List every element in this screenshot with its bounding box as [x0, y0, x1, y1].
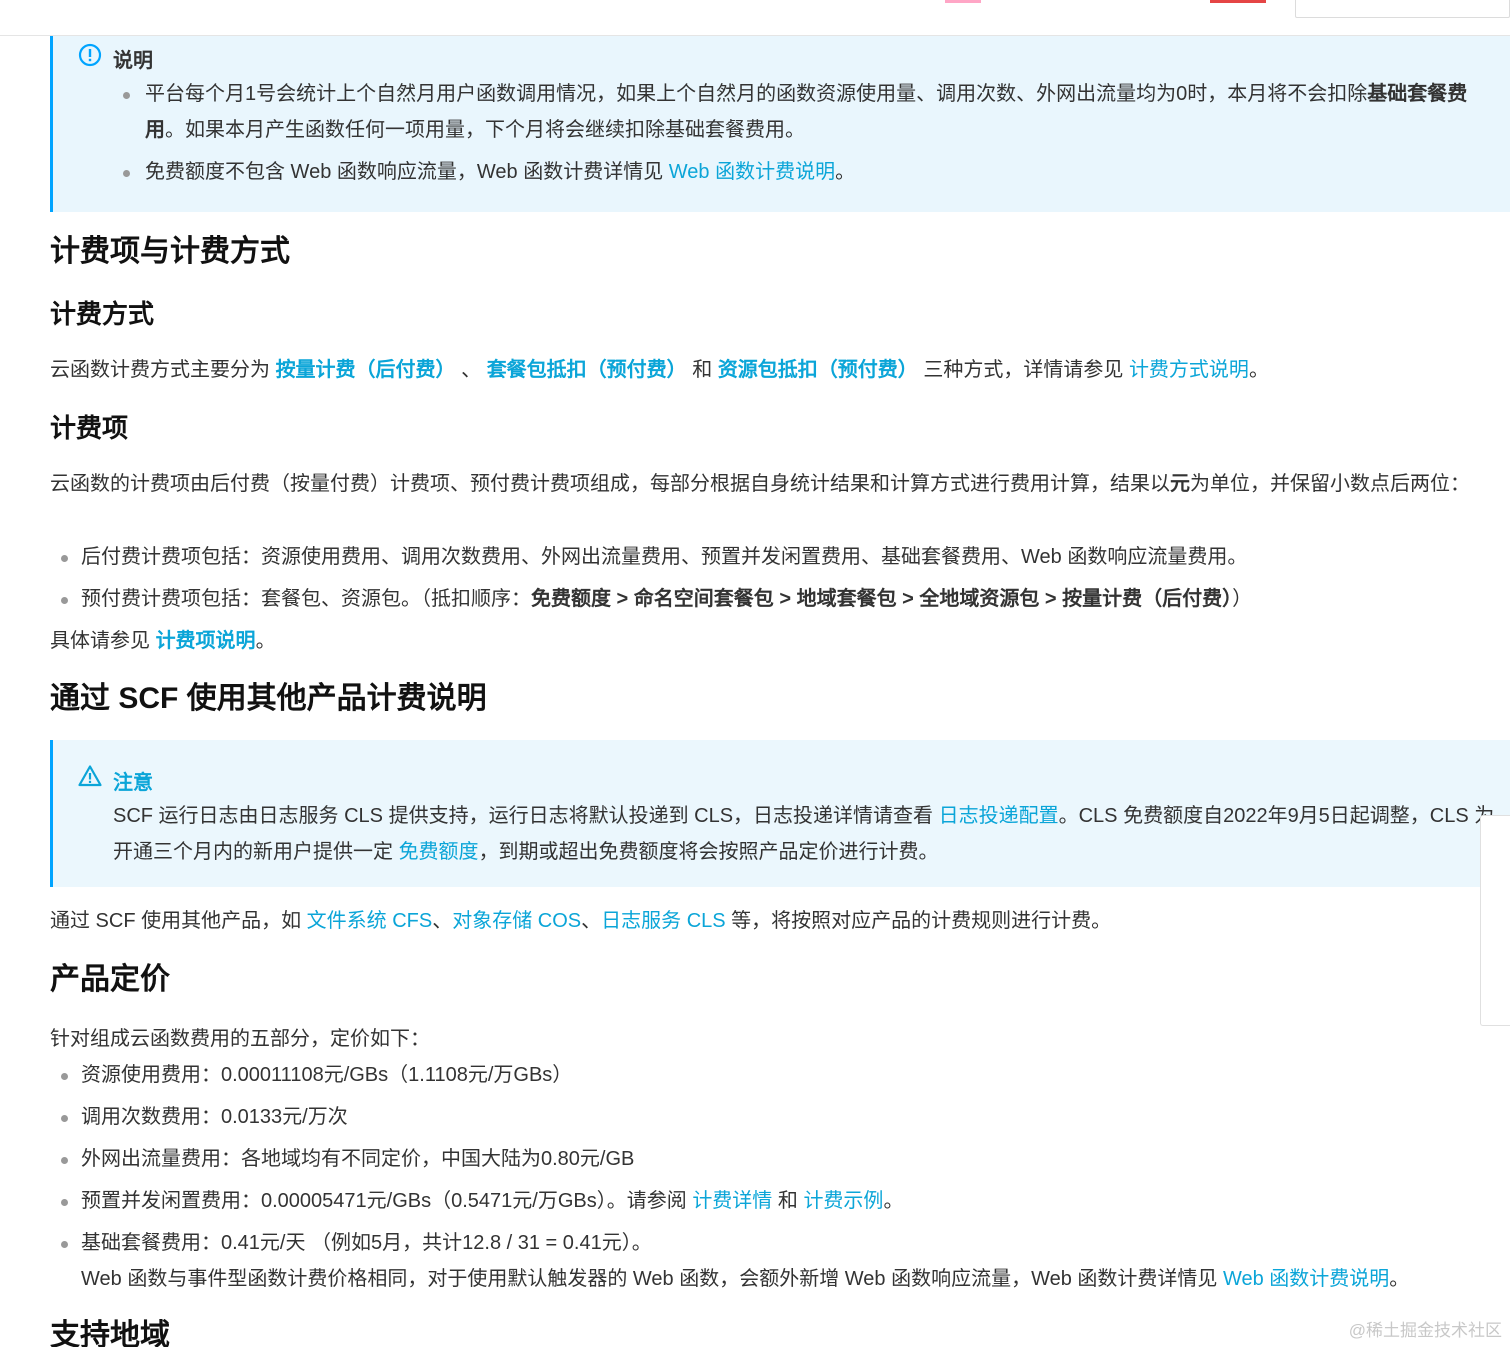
watermark: @稀土掘金技术社区: [1348, 1321, 1502, 1340]
note-list: 平台每个月1号会统计上个自然月用户函数调用情况，如果上个自然月的函数资源使用量、…: [123, 76, 1503, 190]
warning-title: 注意: [113, 772, 153, 794]
list-item: 免费额度不包含 Web 函数响应流量，Web 函数计费详情见 Web 函数计费说…: [123, 154, 1503, 190]
list-item: 后付费计费项包括：资源使用费用、调用次数费用、外网出流量费用、预置并发闲置费用、…: [50, 539, 1510, 575]
pay-as-you-go-link[interactable]: 按量计费（后付费）: [276, 359, 456, 381]
log-delivery-config-link[interactable]: 日志投递配置: [939, 805, 1059, 827]
other-products-paragraph: 通过 SCF 使用其他产品，如 文件系统 CFS、对象存储 COS、日志服务 C…: [50, 910, 1112, 932]
web-billing-link[interactable]: Web 函数计费说明: [669, 161, 835, 183]
floating-side-panel[interactable]: [1480, 815, 1510, 1026]
list-item: 预置并发闲置费用：0.00005471元/GBs（0.5471元/万GBs）。请…: [50, 1183, 1510, 1219]
nav-highlight-badge: [1210, 0, 1266, 3]
billing-details-link[interactable]: 计费详情: [692, 1190, 772, 1212]
info-icon: [78, 43, 102, 67]
top-navigation-bar: [0, 0, 1510, 36]
list-item: 平台每个月1号会统计上个自然月用户函数调用情况，如果上个自然月的函数资源使用量、…: [123, 76, 1503, 148]
list-item: 外网出流量费用：各地域均有不同定价，中国大陆为0.80元/GB: [50, 1141, 1510, 1177]
warning-text: SCF 运行日志由日志服务 CLS 提供支持，运行日志将默认投递到 CLS，日志…: [113, 805, 1495, 863]
cfs-link[interactable]: 文件系统 CFS: [307, 910, 433, 932]
cos-link[interactable]: 对象存储 COS: [452, 910, 581, 932]
section-title-regions: 支持地域: [50, 1319, 170, 1347]
web-billing-link-2[interactable]: Web 函数计费说明: [1223, 1268, 1389, 1290]
resource-pack-link[interactable]: 资源包抵扣（预付费）: [718, 359, 918, 381]
list-item: 调用次数费用：0.0133元/万次: [50, 1099, 1510, 1135]
list-item: 资源使用费用：0.00011108元/GBs（1.1108元/万GBs）: [50, 1057, 1510, 1093]
section-title-pricing: 产品定价: [50, 963, 170, 996]
billing-items-doc-link[interactable]: 计费项说明: [156, 630, 256, 652]
package-deduction-link[interactable]: 套餐包抵扣（预付费）: [487, 359, 687, 381]
subsection-title-items: 计费项: [50, 413, 129, 443]
billing-items-intro: 云函数的计费项由后付费（按量付费）计费项、预付费计费项组成，每部分根据自身统计结…: [50, 473, 1470, 495]
free-quota-link[interactable]: 免费额度: [399, 841, 479, 863]
subsection-title-method: 计费方式: [50, 299, 155, 329]
list-item: 基础套餐费用：0.41元/天 （例如5月，共计12.8 / 31 = 0.41元…: [50, 1225, 1510, 1297]
billing-items-reference: 具体请参见 计费项说明。: [50, 630, 276, 652]
nav-indicator: [945, 0, 981, 3]
pricing-intro: 针对组成云函数费用的五部分，定价如下：: [50, 1028, 430, 1050]
search-input[interactable]: [1295, 0, 1510, 18]
pricing-list: 资源使用费用：0.00011108元/GBs（1.1108元/万GBs） 调用次…: [50, 1057, 1510, 1297]
cls-link[interactable]: 日志服务 CLS: [601, 910, 725, 932]
billing-items-list: 后付费计费项包括：资源使用费用、调用次数费用、外网出流量费用、预置并发闲置费用、…: [50, 539, 1510, 617]
note-callout: 说明 平台每个月1号会统计上个自然月用户函数调用情况，如果上个自然月的函数资源使…: [50, 36, 1510, 212]
note-title: 说明: [113, 50, 153, 72]
billing-examples-link[interactable]: 计费示例: [803, 1190, 883, 1212]
warning-callout: 注意 SCF 运行日志由日志服务 CLS 提供支持，运行日志将默认投递到 CLS…: [50, 740, 1510, 887]
billing-method-doc-link[interactable]: 计费方式说明: [1129, 359, 1249, 381]
list-item: 预付费计费项包括：套餐包、资源包。（抵扣顺序：免费额度 > 命名空间套餐包 > …: [50, 581, 1510, 617]
billing-method-paragraph: 云函数计费方式主要分为 按量计费（后付费） 、 套餐包抵扣（预付费） 和 资源包…: [50, 359, 1269, 381]
section-title-other-products: 通过 SCF 使用其他产品计费说明: [50, 682, 487, 715]
section-title-billing: 计费项与计费方式: [50, 235, 290, 268]
warning-icon: [78, 765, 102, 787]
